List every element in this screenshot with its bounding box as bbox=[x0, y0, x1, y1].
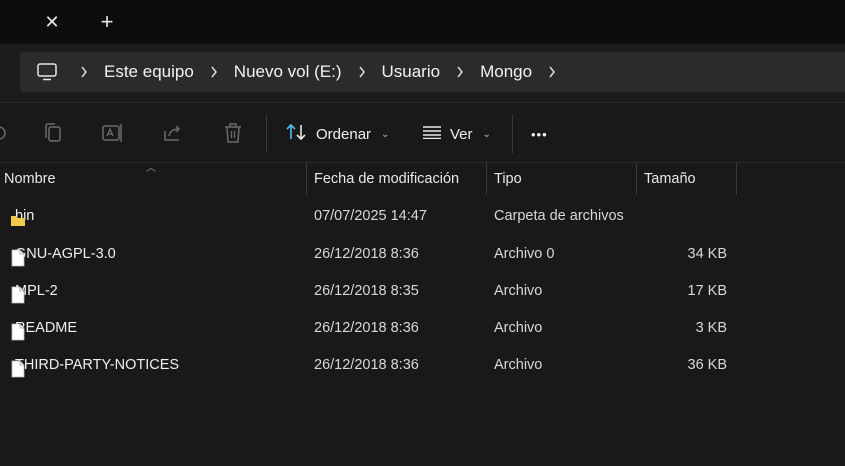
more-options-button[interactable]: ••• bbox=[531, 119, 548, 149]
tab-strip: ✕ + bbox=[0, 0, 845, 44]
file-name: GNU-AGPL-3.0 bbox=[15, 246, 116, 262]
file-type: Carpeta de archivos bbox=[494, 208, 624, 224]
cut-icon[interactable] bbox=[0, 122, 10, 144]
file-type: Archivo bbox=[494, 357, 543, 373]
breadcrumb-item-mongo[interactable]: Mongo bbox=[474, 62, 538, 82]
file-icon bbox=[11, 245, 25, 267]
file-size: 36 KB bbox=[687, 357, 728, 373]
chevron-right-icon[interactable] bbox=[538, 66, 566, 78]
view-icon bbox=[422, 125, 442, 143]
file-size: 3 KB bbox=[695, 320, 727, 336]
list-item[interactable]: bin 07/07/2025 14:47 Carpeta de archivos bbox=[0, 198, 845, 235]
file-date: 26/12/2018 8:36 bbox=[314, 246, 419, 262]
sort-label: Ordenar bbox=[316, 125, 372, 143]
address-bar[interactable]: Este equipo Nuevo vol (E:) Usuario Mongo bbox=[20, 52, 845, 92]
close-tab-button[interactable]: ✕ bbox=[38, 10, 66, 34]
file-name-cell: MPL-2 bbox=[11, 273, 58, 310]
delete-icon[interactable] bbox=[222, 122, 244, 144]
chevron-down-icon: ⌄ bbox=[381, 128, 390, 140]
chevron-right-icon[interactable] bbox=[446, 66, 474, 78]
breadcrumb-item-nuevo-vol[interactable]: Nuevo vol (E:) bbox=[228, 62, 348, 82]
column-header-row: ︿ Nombre Fecha de modificación Tipo Tama… bbox=[0, 162, 845, 195]
file-name-cell: bin bbox=[11, 198, 34, 235]
sort-button[interactable]: Ordenar ⌄ bbox=[286, 119, 389, 149]
list-item[interactable]: THIRD-PARTY-NOTICES 26/12/2018 8:36 Arch… bbox=[0, 347, 845, 384]
file-date: 26/12/2018 8:35 bbox=[314, 283, 419, 299]
file-type: Archivo bbox=[494, 283, 543, 299]
file-size bbox=[636, 198, 727, 235]
chevron-right-icon[interactable] bbox=[200, 66, 228, 78]
column-resize-handle[interactable] bbox=[736, 163, 737, 195]
column-header-date[interactable]: Fecha de modificación bbox=[306, 163, 486, 195]
list-item[interactable]: GNU-AGPL-3.0 26/12/2018 8:36 Archivo 0 3… bbox=[0, 236, 845, 273]
chevron-down-icon: ⌄ bbox=[482, 128, 491, 140]
computer-icon[interactable] bbox=[36, 61, 58, 83]
file-name-cell: THIRD-PARTY-NOTICES bbox=[11, 347, 180, 384]
list-item[interactable]: README 26/12/2018 8:36 Archivo 3 KB bbox=[0, 310, 845, 347]
column-header-size[interactable]: Tamaño bbox=[636, 163, 736, 195]
file-icon bbox=[11, 356, 25, 378]
column-header-name[interactable]: Nombre bbox=[0, 163, 306, 195]
file-date: 26/12/2018 8:36 bbox=[314, 320, 419, 336]
file-name: THIRD-PARTY-NOTICES bbox=[15, 357, 180, 373]
copy-icon[interactable] bbox=[42, 122, 64, 144]
chevron-right-icon[interactable] bbox=[348, 66, 376, 78]
file-icon bbox=[11, 319, 25, 341]
view-label: Ver bbox=[450, 125, 473, 143]
share-icon[interactable] bbox=[162, 122, 184, 144]
folder-icon bbox=[11, 207, 25, 226]
column-header-type[interactable]: Tipo bbox=[486, 163, 636, 195]
rename-icon[interactable] bbox=[102, 122, 124, 144]
breadcrumb-item-este-equipo[interactable]: Este equipo bbox=[98, 62, 200, 82]
chevron-right-icon[interactable] bbox=[70, 66, 98, 78]
file-type: Archivo bbox=[494, 320, 543, 336]
file-name-cell: README bbox=[11, 310, 77, 347]
breadcrumb-item-usuario[interactable]: Usuario bbox=[376, 62, 447, 82]
toolbar-divider bbox=[266, 115, 267, 153]
command-bar: Ordenar ⌄ Ver ⌄ ••• bbox=[0, 102, 845, 162]
file-icon bbox=[11, 282, 25, 304]
file-date: 26/12/2018 8:36 bbox=[314, 357, 419, 373]
file-type: Archivo 0 bbox=[494, 246, 555, 262]
toolbar-divider bbox=[512, 115, 513, 153]
address-row: Este equipo Nuevo vol (E:) Usuario Mongo bbox=[0, 44, 845, 102]
new-tab-button[interactable]: + bbox=[93, 10, 121, 34]
view-button[interactable]: Ver ⌄ bbox=[422, 119, 491, 149]
file-size: 34 KB bbox=[687, 246, 728, 262]
file-date: 07/07/2025 14:47 bbox=[314, 208, 427, 224]
sort-icon bbox=[286, 123, 308, 145]
file-size: 17 KB bbox=[687, 283, 728, 299]
file-name-cell: GNU-AGPL-3.0 bbox=[11, 236, 116, 273]
list-item[interactable]: MPL-2 26/12/2018 8:35 Archivo 17 KB bbox=[0, 273, 845, 310]
